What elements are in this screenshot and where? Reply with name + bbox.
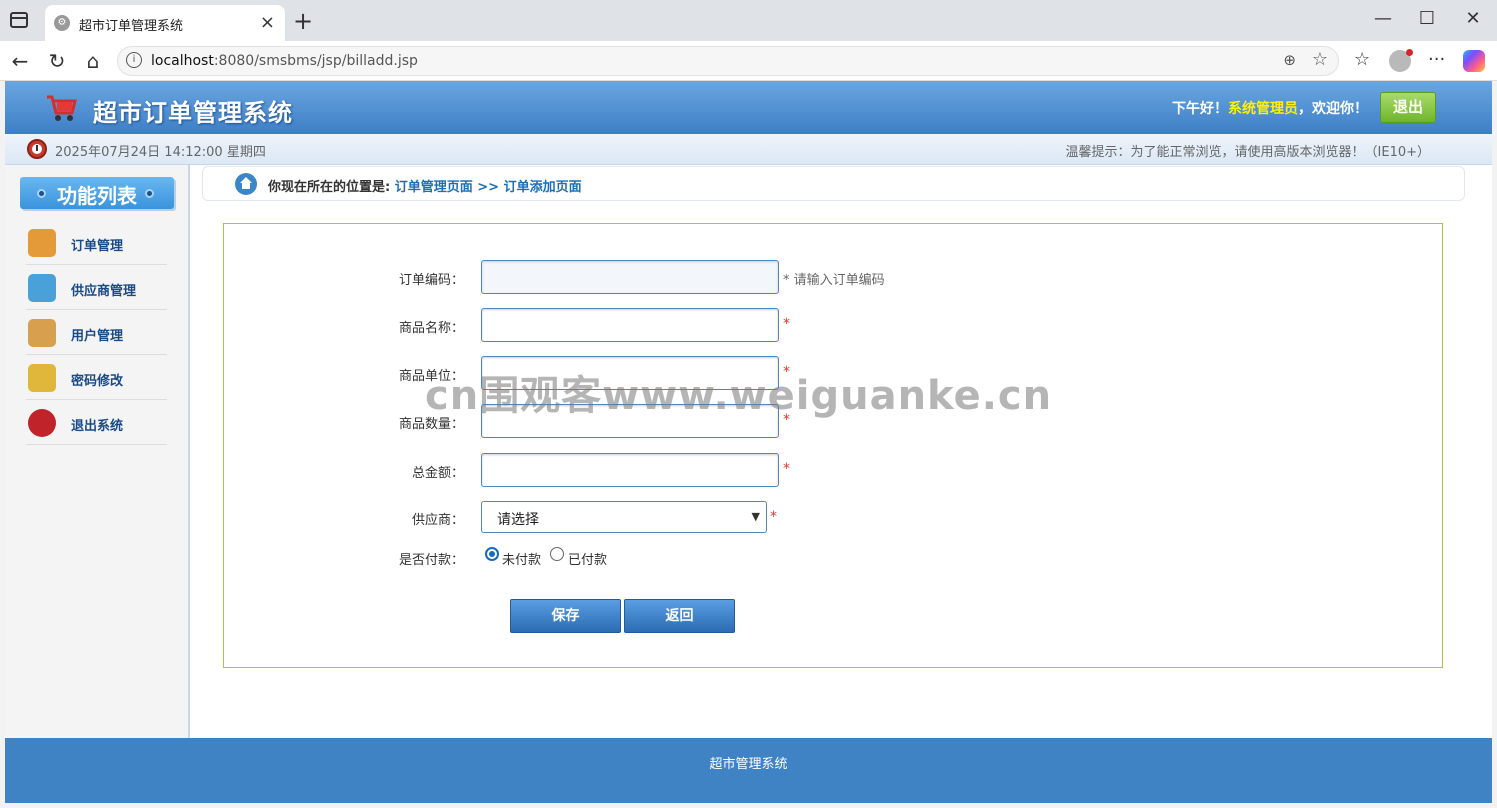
greeting-prefix: 下午好！ — [1172, 101, 1228, 117]
sidebar-item-label[interactable]: 退出系统 — [71, 415, 123, 434]
order-code-input[interactable] — [481, 260, 779, 294]
users-icon — [28, 319, 56, 347]
cart-icon — [47, 95, 77, 121]
footer-text: 超市管理系统 — [709, 757, 788, 772]
order-code-label: 订单编码： — [398, 273, 464, 288]
product-name-input[interactable] — [481, 308, 779, 342]
supplier-select[interactable]: 请选择 ▼ — [481, 501, 767, 533]
current-datetime: 2025年07月24日 14:12:00 星期四 — [55, 145, 266, 160]
tab-actions-icon[interactable] — [10, 12, 28, 28]
breadcrumb: 你现在所在的位置是: 订单管理页面 >> 订单添加页面 — [202, 166, 1465, 201]
bill-add-form: 订单编码： * 请输入订单编码 商品名称： * 商品单位： * 商品数量： * … — [223, 223, 1443, 668]
site-footer: 超市管理系统 — [5, 738, 1492, 803]
required-mark: * — [770, 509, 777, 525]
info-bar: 2025年07月24日 14:12:00 星期四 温馨提示：为了能正常浏览，请使… — [5, 134, 1492, 165]
user-name: 系统管理员 — [1228, 101, 1298, 117]
sidebar-item-label[interactable]: 供应商管理 — [71, 280, 136, 299]
browser-toolbar: ← ↻ ⌂ i localhost:8080/smsbms/jsp/billad… — [0, 41, 1497, 81]
sidebar-item-label[interactable]: 用户管理 — [71, 325, 123, 344]
system-title: 超市订单管理系统 — [93, 99, 293, 127]
sidebar: 功能列表 订单管理 供应商管理 用户管理 密码修改 退出系统 — [5, 165, 190, 738]
address-bar[interactable]: i localhost:8080/smsbms/jsp/billadd.jsp … — [117, 46, 1339, 76]
browser-tip: 温馨提示：为了能正常浏览，请使用高版本浏览器！（IE10+） — [1065, 145, 1430, 160]
tab-title: 超市订单管理系统 — [79, 19, 184, 34]
exit-icon — [28, 409, 56, 437]
sidebar-item-users[interactable]: 用户管理 — [26, 310, 167, 355]
watermark: cn围观客www.weiguanke.cn — [425, 373, 1053, 419]
logout-button[interactable]: 退出 — [1380, 92, 1436, 123]
back-button[interactable]: 返回 — [624, 599, 735, 633]
supplier-selected-value: 请选择 — [497, 512, 539, 528]
order-code-hint: * 请输入订单编码 — [783, 273, 885, 288]
browser-window: ⚙ 超市订单管理系统 × + — ☐ ✕ ← ↻ ⌂ i localhost:8… — [0, 0, 1497, 808]
clock-icon — [27, 139, 47, 159]
total-price-input[interactable] — [481, 453, 779, 487]
order-icon — [28, 229, 56, 257]
unpaid-label[interactable]: 未付款 — [502, 549, 541, 568]
required-mark: * — [783, 461, 790, 477]
password-icon — [28, 364, 56, 392]
supplier-icon — [28, 274, 56, 302]
paid-label[interactable]: 已付款 — [568, 549, 607, 568]
notification-dot — [1406, 49, 1413, 56]
minimize-icon[interactable]: — — [1363, 8, 1403, 29]
home-icon — [235, 173, 257, 195]
is-paid-label: 是否付款： — [398, 553, 464, 568]
supplier-label: 供应商： — [411, 513, 464, 528]
tab-bar: ⚙ 超市订单管理系统 × + — ☐ ✕ — [0, 0, 1497, 41]
total-price-label: 总金额： — [411, 466, 464, 481]
copilot-icon[interactable] — [1463, 50, 1485, 72]
sidebar-item-label[interactable]: 密码修改 — [71, 370, 123, 389]
browser-tab[interactable]: ⚙ 超市订单管理系统 × — [45, 5, 285, 41]
more-icon[interactable]: ··· — [1428, 49, 1445, 70]
sidebar-item-exit[interactable]: 退出系统 — [26, 400, 167, 445]
save-button[interactable]: 保存 — [510, 599, 621, 633]
product-name-label: 商品名称： — [398, 321, 464, 336]
chevron-down-icon: ▼ — [751, 510, 760, 523]
sidebar-menu: 订单管理 供应商管理 用户管理 密码修改 退出系统 — [26, 220, 167, 445]
tab-close-icon[interactable]: × — [260, 12, 275, 33]
greeting: 下午好！系统管理员，欢迎你！ — [1172, 98, 1368, 118]
url-path: :8080/smsbms/jsp/billadd.jsp — [213, 53, 418, 69]
sidebar-item-password[interactable]: 密码修改 — [26, 355, 167, 400]
function-list-title: 功能列表 — [20, 177, 174, 209]
url-text[interactable]: localhost:8080/smsbms/jsp/billadd.jsp — [151, 53, 418, 69]
url-host: localhost — [151, 53, 214, 69]
new-tab-icon[interactable]: + — [293, 7, 313, 35]
unpaid-radio[interactable] — [485, 547, 499, 561]
site-header: 超市订单管理系统 下午好！系统管理员，欢迎你！ 退出 — [5, 81, 1492, 134]
home-nav-icon[interactable]: ⌂ — [81, 49, 105, 73]
maximize-icon[interactable]: ☐ — [1407, 8, 1447, 29]
favorites-icon[interactable]: ☆ — [1354, 49, 1370, 70]
close-window-icon[interactable]: ✕ — [1453, 8, 1493, 29]
web-page: 超市订单管理系统 下午好！系统管理员，欢迎你！ 退出 2025年07月24日 1… — [5, 81, 1492, 803]
favicon-icon: ⚙ — [54, 15, 70, 31]
favorite-star-icon[interactable]: ☆ — [1312, 49, 1328, 70]
required-mark: * — [783, 316, 790, 332]
breadcrumb-path: 订单管理页面 >> 订单添加页面 — [394, 180, 582, 195]
paid-radio[interactable] — [550, 547, 564, 561]
site-info-icon[interactable]: i — [126, 52, 142, 68]
sidebar-item-supplier[interactable]: 供应商管理 — [26, 265, 167, 310]
sidebar-item-label[interactable]: 订单管理 — [71, 235, 123, 254]
zoom-icon[interactable]: ⊕ — [1283, 51, 1296, 69]
refresh-icon[interactable]: ↻ — [45, 49, 69, 73]
back-icon[interactable]: ← — [8, 49, 32, 73]
title-bullet-icon — [145, 189, 154, 198]
sidebar-item-order[interactable]: 订单管理 — [26, 220, 167, 265]
greeting-suffix: ，欢迎你！ — [1298, 101, 1368, 117]
breadcrumb-prefix: 你现在所在的位置是: — [268, 180, 391, 195]
breadcrumb-text: 你现在所在的位置是: 订单管理页面 >> 订单添加页面 — [268, 176, 582, 195]
